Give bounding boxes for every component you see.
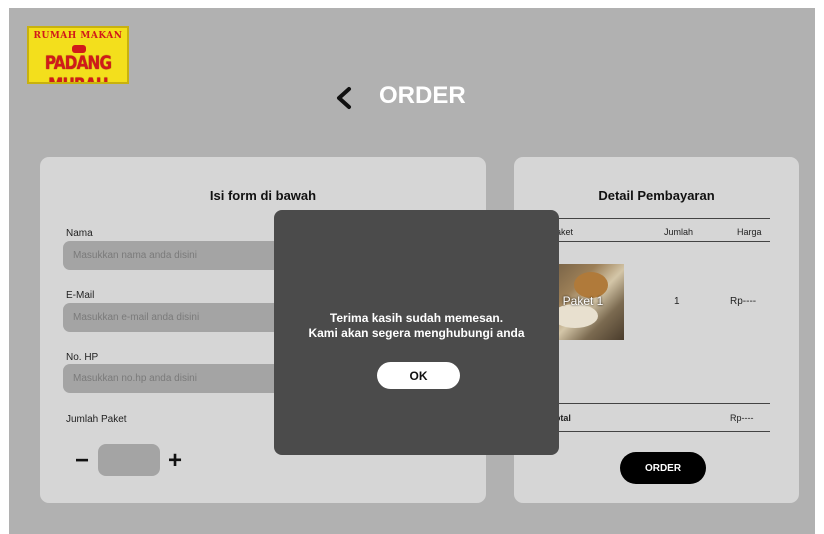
chevron-left-icon[interactable] [334, 86, 354, 110]
table-divider [542, 403, 770, 404]
ok-button[interactable]: OK [377, 362, 460, 389]
confirmation-modal: Terima kasih sudah memesan. Kami akan se… [274, 210, 559, 455]
email-label: E-Mail [66, 290, 95, 301]
table-divider [542, 241, 770, 242]
modal-message-line1: Terima kasih sudah memesan. [329, 311, 504, 325]
modal-message-line2: Kami akan segera menghubungi anda [308, 326, 525, 340]
item-quantity: 1 [674, 296, 680, 307]
quantity-input[interactable] [98, 444, 160, 476]
total-value: Rp---- [730, 413, 754, 423]
table-divider [542, 431, 770, 432]
payment-title: Detail Pembayaran [598, 188, 715, 203]
quantity-label: Jumlah Paket [66, 414, 127, 425]
table-divider [542, 218, 770, 219]
restaurant-logo: RUMAH MAKAN PADANG MURAH [27, 26, 129, 84]
name-label: Nama [66, 228, 93, 239]
page-title: ORDER [379, 82, 466, 109]
minus-button[interactable]: − [75, 449, 89, 473]
phone-label: No. HP [66, 352, 99, 363]
plus-button[interactable]: + [168, 449, 182, 473]
logo-main-text: PADANG MURAH [44, 52, 112, 82]
form-title: Isi form di bawah [209, 188, 317, 203]
logo-top-text: RUMAH MAKAN [33, 31, 123, 41]
column-header-jumlah: Jumlah [664, 227, 694, 237]
item-price: Rp---- [730, 296, 757, 307]
page-background: RUMAH MAKAN PADANG MURAH ORDER Isi form … [9, 8, 815, 534]
order-button[interactable]: ORDER [620, 452, 706, 484]
modal-message: Terima kasih sudah memesan. Kami akan se… [274, 311, 559, 341]
column-header-harga: Harga [737, 227, 762, 237]
